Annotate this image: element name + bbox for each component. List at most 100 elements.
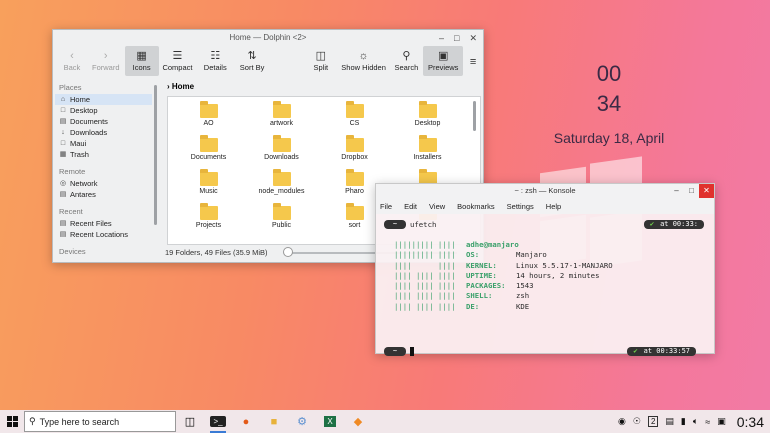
sidebar-item-network[interactable]: ◎ Network xyxy=(55,178,152,189)
sidebar-item-documents[interactable]: ▤ Documents xyxy=(55,116,152,127)
folder-icon xyxy=(272,101,291,118)
info-value: KDE xyxy=(516,301,530,311)
folder-item[interactable]: Dropbox xyxy=(318,135,391,170)
show-hidden-icon: ☼ xyxy=(358,50,369,62)
info-key: UPTIME: xyxy=(466,270,497,280)
folder-item[interactable]: Documents xyxy=(172,135,245,170)
menu-settings[interactable]: Settings xyxy=(507,202,534,211)
taskbar-excel[interactable]: X xyxy=(316,410,344,433)
show-hidden-button[interactable]: ☼ Show Hidden xyxy=(338,46,390,76)
dolphin-titlebar[interactable]: Home — Dolphin <2> – □ ✕ xyxy=(53,30,483,46)
menu-bookmarks[interactable]: Bookmarks xyxy=(457,202,495,211)
sidebar-item-desktop[interactable]: □ Desktop xyxy=(55,105,152,116)
wifi-icon[interactable]: ≈ xyxy=(705,417,710,427)
hamburger-menu-button[interactable]: ≡ xyxy=(463,46,483,76)
taskbar-search-box[interactable]: ⚲ Type here to search xyxy=(24,411,176,432)
terminal-output[interactable]: ~ ufetch ✔ at 00:33: ||||||||| |||| ||||||… xyxy=(376,214,716,356)
sidebar-item-recent-files[interactable]: ▤ Recent Files xyxy=(55,218,152,229)
sidebar-item-downloads[interactable]: ↓ Downloads xyxy=(55,127,152,138)
details-view-button[interactable]: ☷ Details xyxy=(196,46,234,76)
search-button[interactable]: ⚲ Search xyxy=(389,46,423,76)
check-icon: ✔ xyxy=(633,347,638,355)
taskbar-settings[interactable]: ⚙ xyxy=(288,410,316,433)
info-value: Manjaro xyxy=(516,250,547,260)
breadcrumb[interactable]: › Home xyxy=(163,80,481,94)
battery-icon[interactable]: ▮ xyxy=(681,416,686,427)
maximize-icon[interactable]: □ xyxy=(684,184,699,198)
taskbar-clock[interactable]: 0:34 xyxy=(737,414,764,430)
sublime-icon: ◆ xyxy=(353,416,363,428)
sidebar-item-antares[interactable]: ▤ Antares xyxy=(55,189,152,200)
file-view-scrollbar[interactable] xyxy=(473,101,476,131)
folder-item[interactable]: node_modules xyxy=(245,169,318,204)
folder-icon xyxy=(199,101,218,118)
chat-icon[interactable]: ▤ xyxy=(665,416,674,427)
sidebar-item-home[interactable]: ⌂ Home xyxy=(55,94,152,105)
windows-icon xyxy=(6,416,18,427)
folder-item[interactable]: artwork xyxy=(245,101,318,136)
konsole-title: ~ : zsh — Konsole xyxy=(514,186,576,195)
folder-label: Installers xyxy=(413,154,442,161)
steam-icon[interactable]: ◉ xyxy=(618,416,626,427)
desktop-clock-widget: 00 34 Saturday 18, April xyxy=(554,60,665,146)
right-prompt: ✔ at 00:33:57 xyxy=(627,347,696,356)
downloads-icon: ↓ xyxy=(61,129,65,136)
terminal-icon: >_ xyxy=(210,416,226,427)
folder-item[interactable]: Public xyxy=(245,203,318,238)
folder-item[interactable]: Music xyxy=(172,169,245,204)
network-tray-icon[interactable]: ▣ xyxy=(717,416,726,427)
logo-line: |||| |||| |||| xyxy=(394,270,456,280)
maximize-icon[interactable]: □ xyxy=(454,30,459,46)
folder-label: Dropbox xyxy=(341,154,368,161)
info-value: zsh xyxy=(516,291,530,301)
menu-view[interactable]: View xyxy=(429,202,445,211)
start-button[interactable] xyxy=(0,410,24,433)
menu-edit[interactable]: Edit xyxy=(404,202,417,211)
zoom-slider-handle[interactable] xyxy=(283,247,293,257)
icons-view-button[interactable]: ▦ Icons xyxy=(124,46,159,76)
minimize-icon[interactable]: – xyxy=(669,184,684,198)
task-view-button[interactable]: ◫ xyxy=(176,410,204,433)
folder-item[interactable]: Downloads xyxy=(245,135,318,170)
search-icon: ⚲ xyxy=(29,416,36,426)
tray-app-icon[interactable]: ☉ xyxy=(633,416,641,427)
sidebar-item-recent-locations[interactable]: ▤ Recent Locations xyxy=(55,229,152,240)
info-value: Linux 5.5.17-1-MANJARO xyxy=(516,260,613,270)
back-button[interactable]: ‹ Back xyxy=(55,46,89,76)
compact-view-button[interactable]: ☰ Compact xyxy=(159,46,197,76)
previews-button[interactable]: ▣ Previews xyxy=(423,46,464,76)
sidebar-scrollbar[interactable] xyxy=(154,85,157,225)
volume-icon[interactable]: 🔈︎ xyxy=(693,416,698,427)
taskbar-sublime[interactable]: ◆ xyxy=(344,410,372,433)
folder-label: CS xyxy=(349,120,360,127)
sidebar-item-maui[interactable]: □ Maui xyxy=(55,138,152,149)
menu-help[interactable]: Help xyxy=(546,202,561,211)
sort-by-button[interactable]: ⇅ Sort By xyxy=(234,46,270,76)
forward-button[interactable]: › Forward xyxy=(89,46,123,76)
folder-label: Downloads xyxy=(264,154,299,161)
minimize-icon[interactable]: – xyxy=(439,30,444,46)
previews-icon: ▣ xyxy=(438,50,449,62)
taskbar-file-explorer[interactable]: ■ xyxy=(260,410,288,433)
menu-file[interactable]: File xyxy=(380,202,392,211)
notification-badge[interactable]: 2 xyxy=(647,416,659,427)
info-key: SHELL: xyxy=(466,291,493,301)
split-icon: ◫ xyxy=(315,50,326,62)
folder-item[interactable]: Installers xyxy=(391,135,464,170)
terminal-cursor xyxy=(410,347,414,356)
close-icon[interactable]: ✕ xyxy=(469,30,477,46)
split-button[interactable]: ◫ Split xyxy=(304,46,338,76)
taskbar-terminal[interactable]: >_ xyxy=(204,410,232,433)
folder-item[interactable]: CS xyxy=(318,101,391,136)
taskbar-edge[interactable]: ● xyxy=(232,410,260,433)
konsole-titlebar[interactable]: ~ : zsh — Konsole – □ ✕ xyxy=(376,184,714,198)
info-row: OS: Manjaro xyxy=(466,250,613,260)
folder-item[interactable]: Desktop xyxy=(391,101,464,136)
logo-line: |||| |||| |||| xyxy=(394,301,456,311)
info-value: 1543 xyxy=(516,281,534,291)
folder-icon xyxy=(272,135,291,152)
folder-item[interactable]: Projects xyxy=(172,203,245,238)
close-icon[interactable]: ✕ xyxy=(699,184,714,198)
sidebar-item-trash[interactable]: ▦ Trash xyxy=(55,149,152,160)
folder-item[interactable]: AO xyxy=(172,101,245,136)
